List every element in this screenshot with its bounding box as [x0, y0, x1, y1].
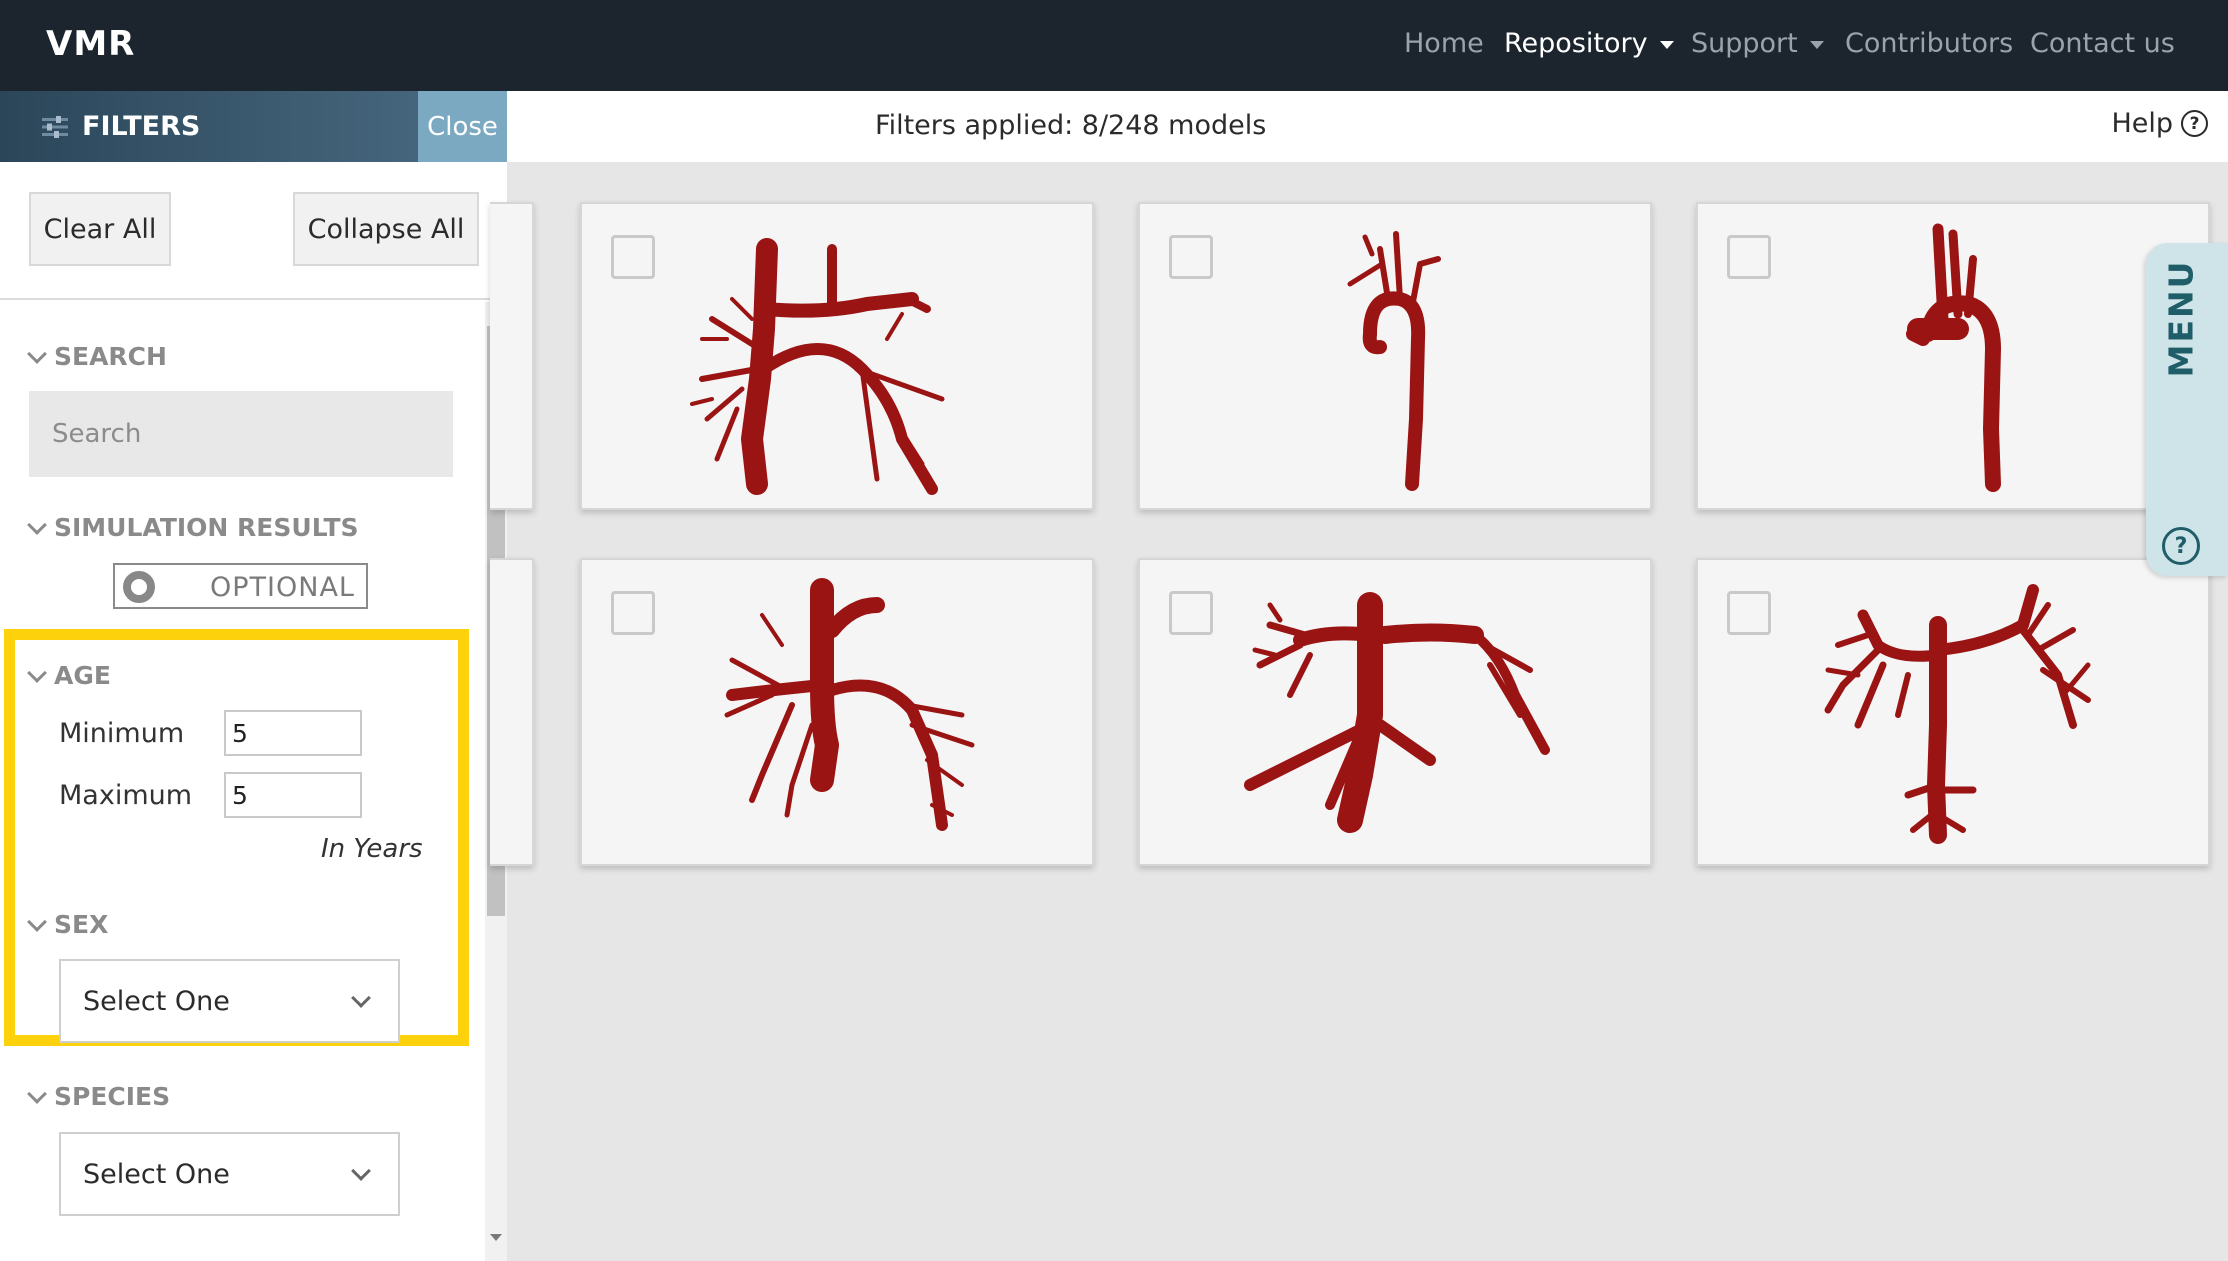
- brand-logo[interactable]: VMR: [46, 24, 135, 64]
- side-menu-label: MENU: [2161, 259, 2201, 377]
- search-input[interactable]: [29, 391, 453, 477]
- toggle-label: OPTIONAL: [210, 572, 355, 603]
- pulmonary-vessel-model-image: [690, 238, 945, 495]
- divider: [0, 298, 507, 300]
- nav-support[interactable]: Support: [1691, 28, 1824, 59]
- help-label: Help: [2111, 108, 2173, 139]
- age-minimum-label: Minimum: [59, 718, 185, 749]
- model-card-partial[interactable]: [490, 558, 534, 866]
- age-minimum-input[interactable]: [224, 710, 362, 756]
- top-navbar: VMR Home Repository Support Contributors…: [0, 0, 2228, 91]
- sex-select-value: Select One: [83, 985, 230, 1017]
- close-filters-button[interactable]: Close: [418, 91, 507, 162]
- model-card-partial[interactable]: [490, 202, 534, 510]
- nav-repository[interactable]: Repository: [1504, 28, 1674, 59]
- chevron-down-icon: [351, 1161, 371, 1181]
- species-section-toggle[interactable]: SPECIES: [27, 1082, 171, 1111]
- aorta-model-image: [1347, 231, 1441, 491]
- species-select[interactable]: Select One: [59, 1132, 400, 1216]
- side-menu-label-wrap: MENU: [2151, 258, 2211, 378]
- chevron-down-icon: [27, 514, 47, 535]
- nav-repository-label: Repository: [1504, 28, 1648, 59]
- help-link[interactable]: Help ?: [2111, 108, 2208, 139]
- question-circle-icon: ?: [2181, 110, 2208, 137]
- age-maximum-label: Maximum: [59, 780, 193, 811]
- collapse-all-button[interactable]: Collapse All: [293, 192, 479, 266]
- simulation-results-section-toggle[interactable]: SIMULATION RESULTS: [27, 513, 359, 542]
- sliders-icon: [42, 115, 68, 138]
- model-card[interactable]: [1696, 558, 2210, 866]
- select-model-checkbox[interactable]: [611, 591, 655, 635]
- species-heading: SPECIES: [54, 1082, 171, 1111]
- pulmonary-vessel-model-image: [1244, 592, 1550, 833]
- chevron-down-icon: [1809, 40, 1824, 49]
- status-bar: Filters applied: 8/248 models Help ?: [507, 91, 2228, 162]
- model-card[interactable]: [580, 558, 1094, 866]
- chevron-down-icon: [1659, 40, 1674, 49]
- age-unit-label: In Years: [321, 834, 423, 864]
- nav-contributors[interactable]: Contributors: [1845, 28, 2013, 59]
- select-model-checkbox[interactable]: [1169, 235, 1213, 279]
- nav-contact-us[interactable]: Contact us: [2030, 28, 2175, 59]
- nav-home[interactable]: Home: [1404, 28, 1484, 59]
- chevron-down-icon: [27, 1083, 47, 1104]
- nav-support-label: Support: [1691, 28, 1798, 59]
- toggle-knob: [123, 571, 155, 603]
- search-heading: SEARCH: [54, 342, 167, 371]
- sex-select[interactable]: Select One: [59, 959, 400, 1043]
- search-section-toggle[interactable]: SEARCH: [27, 342, 167, 371]
- species-select-value: Select One: [83, 1158, 230, 1190]
- simulation-results-heading: SIMULATION RESULTS: [54, 513, 359, 542]
- filters-title-label: FILTERS: [82, 111, 201, 142]
- select-model-checkbox[interactable]: [1727, 591, 1771, 635]
- select-model-checkbox[interactable]: [611, 235, 655, 279]
- scroll-down-icon[interactable]: [490, 1234, 502, 1241]
- model-card[interactable]: [580, 202, 1094, 510]
- chevron-down-icon: [27, 911, 47, 932]
- age-heading: AGE: [54, 661, 111, 690]
- question-circle-icon[interactable]: ?: [2162, 527, 2200, 565]
- clear-all-button[interactable]: Clear All: [29, 192, 171, 266]
- select-model-checkbox[interactable]: [1169, 591, 1213, 635]
- model-card[interactable]: [1696, 202, 2210, 510]
- chevron-down-icon: [27, 662, 47, 683]
- sex-heading: SEX: [54, 910, 109, 939]
- select-model-checkbox[interactable]: [1727, 235, 1771, 279]
- model-card[interactable]: [1138, 202, 1652, 510]
- chevron-down-icon: [27, 343, 47, 364]
- filters-title: FILTERS: [42, 111, 200, 142]
- sex-section-toggle[interactable]: SEX: [27, 910, 109, 939]
- simulation-results-toggle[interactable]: OPTIONAL: [113, 563, 368, 609]
- chevron-down-icon: [351, 988, 371, 1008]
- age-section-toggle[interactable]: AGE: [27, 661, 111, 690]
- filters-sidebar: Clear All Collapse All SEARCH SIMULATION…: [0, 162, 507, 1261]
- pulmonary-vessel-model-image: [1824, 584, 2091, 844]
- model-card[interactable]: [1138, 558, 1652, 866]
- aorta-model-image: [1906, 223, 2001, 492]
- filters-applied-text: Filters applied: 8/248 models: [875, 110, 1267, 141]
- age-maximum-input[interactable]: [224, 772, 362, 818]
- pulmonary-vessel-model-image: [724, 578, 975, 831]
